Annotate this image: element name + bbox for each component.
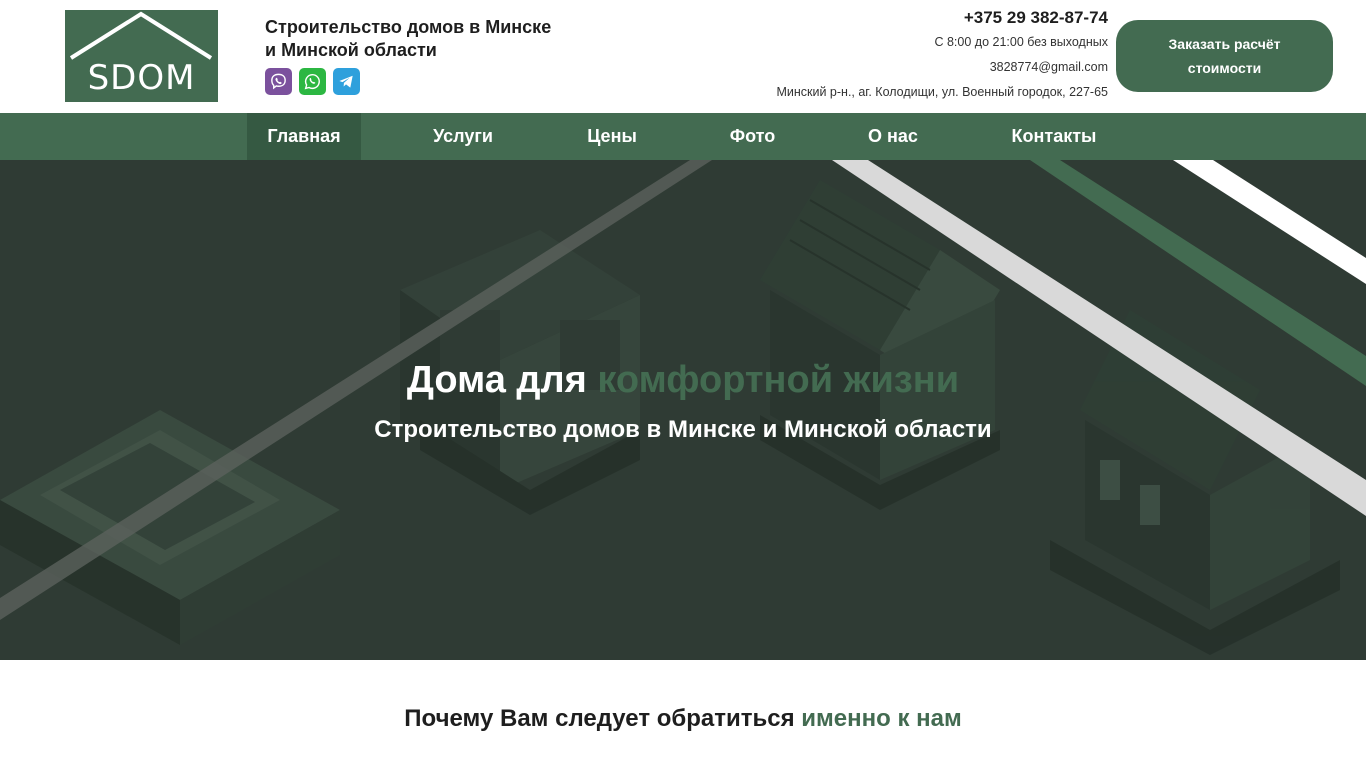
site-header: SDOM Строительство домов в Минске и Минс… [0,0,1366,113]
nav-item-photo[interactable]: Фото [709,113,796,160]
logo-text: SDOM [87,58,196,98]
hero-background-illustration [0,160,1366,655]
order-estimate-button[interactable]: Заказать расчёт стоимости [1116,20,1333,92]
hero-title: Дома для комфортной жизни [0,357,1366,403]
nav-item-services[interactable]: Услуги [411,113,515,160]
viber-link[interactable] [265,68,292,95]
nav-item-home[interactable]: Главная [247,113,361,160]
why-us-heading-main: Почему Вам следует обратиться [404,705,802,732]
logo[interactable]: SDOM [65,10,218,102]
why-us-heading-accent: именно к нам [801,705,962,732]
viber-icon [271,73,286,90]
hero-title-main: Дома для [406,359,598,401]
whatsapp-link[interactable] [299,68,326,95]
working-hours: С 8:00 до 21:00 без выходных [934,35,1108,49]
header-contacts: +375 29 382-87-74 С 8:00 до 21:00 без вы… [776,6,1108,105]
header-tagline: Строительство домов в Минске и Минской о… [265,16,551,62]
hero-banner: Дома для комфортной жизни Строительство … [0,160,1366,660]
tagline-line-1: Строительство домов в Минске [265,17,552,37]
phone-link[interactable]: +375 29 382-87-74 [776,6,1108,30]
address: Минский р-н., аг. Колодищи, ул. Военный … [776,85,1108,99]
tagline-line-2: и Минской области [265,40,437,60]
nav-item-about[interactable]: О нас [847,113,939,160]
hero-subtitle: Строительство домов в Минске и Минской о… [374,416,992,443]
nav-item-prices[interactable]: Цены [567,113,657,160]
telegram-link[interactable] [333,68,360,95]
whatsapp-icon [304,73,320,90]
email-link[interactable]: 3828774@gmail.com [776,55,1108,80]
telegram-icon [339,75,353,88]
main-nav: Главная Услуги Цены Фото О нас Контакты [0,113,1366,160]
messenger-links [265,68,360,95]
why-us-heading: Почему Вам следует обратиться именно к н… [0,702,1366,736]
nav-item-contacts[interactable]: Контакты [990,113,1118,160]
hero-title-accent: комфортной жизни [597,359,960,401]
